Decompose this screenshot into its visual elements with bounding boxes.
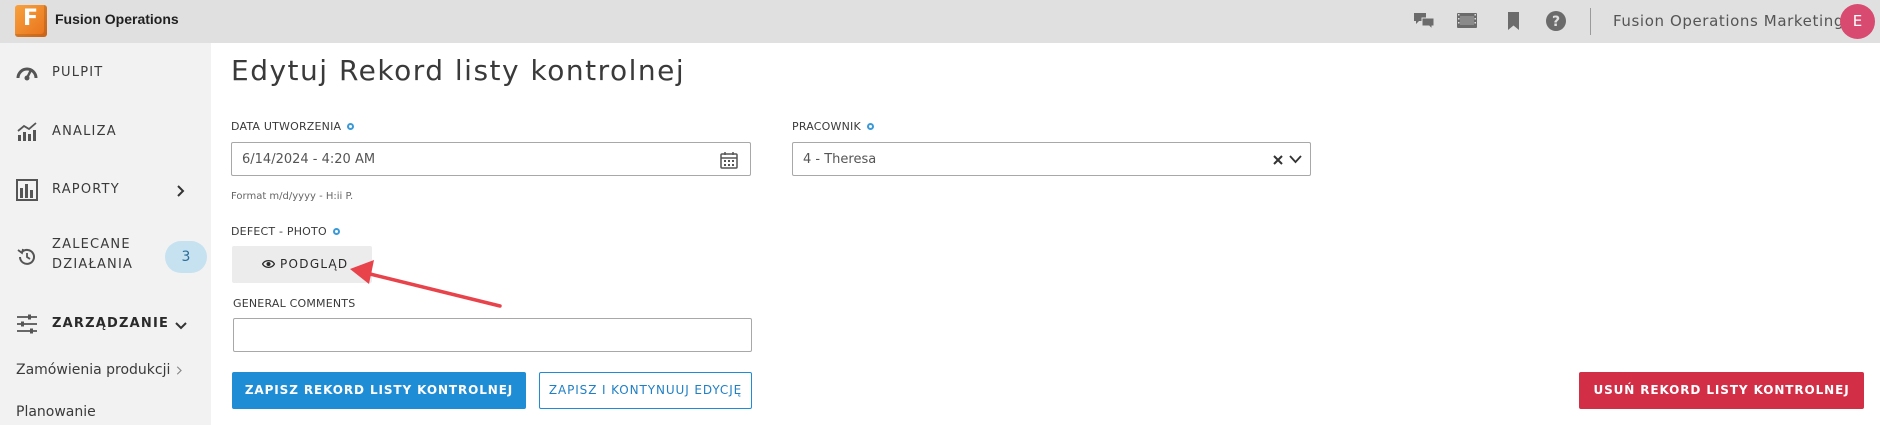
dashboard-gauge-icon — [16, 67, 38, 81]
defect-photo-label-text: DEFECT - PHOTO — [231, 225, 327, 238]
sidebar-subitem-label: Zamówienia produkcji — [16, 362, 171, 378]
sidebar-item-label: ANALIZA — [52, 124, 117, 139]
chevron-down-icon[interactable] — [1289, 154, 1302, 164]
sidebar-subitem-zamowienia[interactable]: Zamówienia produkcji — [0, 360, 211, 382]
sidebar-item-label: ZARZĄDZANIE — [52, 316, 170, 331]
chevron-down-icon — [175, 322, 187, 330]
chat-icon[interactable] — [1413, 11, 1435, 31]
sidebar-subitem-planowanie[interactable]: Planowanie — [0, 402, 211, 424]
sidebar-subitem-label: Planowanie — [16, 404, 96, 420]
save-button[interactable]: ZAPISZ REKORD LISTY KONTROLNEJ — [232, 372, 526, 409]
employee-select[interactable]: 4 - Theresa — [792, 142, 1311, 176]
date-format-hint: Format m/d/yyyy - H:ii P. — [231, 191, 354, 202]
sidebar-item-analiza[interactable]: ANALIZA — [0, 119, 211, 145]
sidebar-item-label: PULPIT — [52, 65, 104, 80]
count-badge: 3 — [165, 241, 207, 273]
help-icon[interactable]: ? — [1545, 11, 1567, 31]
avatar[interactable]: E — [1840, 4, 1875, 39]
employee-label-text: PRACOWNIK — [792, 120, 861, 133]
logo-letter: F — [23, 6, 39, 31]
svg-text:?: ? — [1552, 14, 1560, 30]
chevron-right-icon — [177, 185, 185, 197]
general-comments-label: GENERAL COMMENTS — [233, 297, 356, 310]
top-bar: F Fusion Operations ? Fusion Operations … — [0, 0, 1880, 43]
created-date-value: 6/14/2024 - 4:20 AM — [242, 152, 376, 167]
sidebar-item-pulpit[interactable]: PULPIT — [0, 61, 211, 87]
sidebar-item-zalecane-dzialania[interactable]: ZALECANE DZIAŁANIA 3 — [0, 235, 211, 279]
eye-icon — [262, 259, 275, 269]
analytics-chart-icon — [17, 122, 37, 141]
calendar-icon[interactable] — [720, 151, 738, 169]
created-date-field[interactable]: 6/14/2024 - 4:20 AM — [231, 142, 751, 176]
employee-label: PRACOWNIK — [792, 120, 874, 133]
sidebar: PULPIT ANALIZA RAPORTY ZALECANE DZIAŁANI… — [0, 43, 211, 425]
delete-button[interactable]: USUŃ REKORD LISTY KONTROLNEJ — [1579, 372, 1864, 409]
sidebar-item-label: RAPORTY — [52, 182, 120, 197]
required-indicator-icon — [347, 122, 355, 130]
sidebar-item-label-line1: ZALECANE — [52, 237, 131, 252]
reports-bar-icon — [16, 179, 38, 201]
sliders-icon — [17, 314, 37, 334]
chevron-right-icon — [176, 366, 182, 375]
created-date-label: DATA UTWORZENIA — [231, 120, 355, 133]
company-name[interactable]: Fusion Operations Marketing — [1613, 12, 1844, 30]
required-indicator-icon — [866, 122, 874, 130]
fusion-logo-icon[interactable]: F — [15, 5, 47, 37]
annotation-arrow-icon — [350, 260, 502, 308]
bookmark-icon[interactable] — [1503, 11, 1525, 31]
clear-icon[interactable] — [1273, 155, 1283, 165]
preview-button-label: PODGLĄD — [280, 257, 349, 271]
employee-value: 4 - Theresa — [803, 152, 877, 167]
general-comments-field[interactable] — [233, 318, 752, 352]
sidebar-item-zarzadzanie[interactable]: ZARZĄDZANIE — [0, 311, 211, 337]
save-continue-button[interactable]: ZAPISZ I KONTYNUUJ EDYCJĘ — [539, 372, 752, 409]
sidebar-item-label-line2: DZIAŁANIA — [52, 257, 134, 272]
film-icon[interactable] — [1456, 11, 1478, 31]
created-date-label-text: DATA UTWORZENIA — [231, 120, 342, 133]
history-icon — [17, 248, 35, 265]
required-indicator-icon — [332, 227, 340, 235]
app-name[interactable]: Fusion Operations — [55, 11, 179, 27]
defect-photo-label: DEFECT - PHOTO — [231, 225, 340, 238]
page-title: Edytuj Rekord listy kontrolnej — [231, 54, 686, 87]
topbar-divider — [1590, 8, 1591, 35]
sidebar-item-raporty[interactable]: RAPORTY — [0, 177, 211, 203]
